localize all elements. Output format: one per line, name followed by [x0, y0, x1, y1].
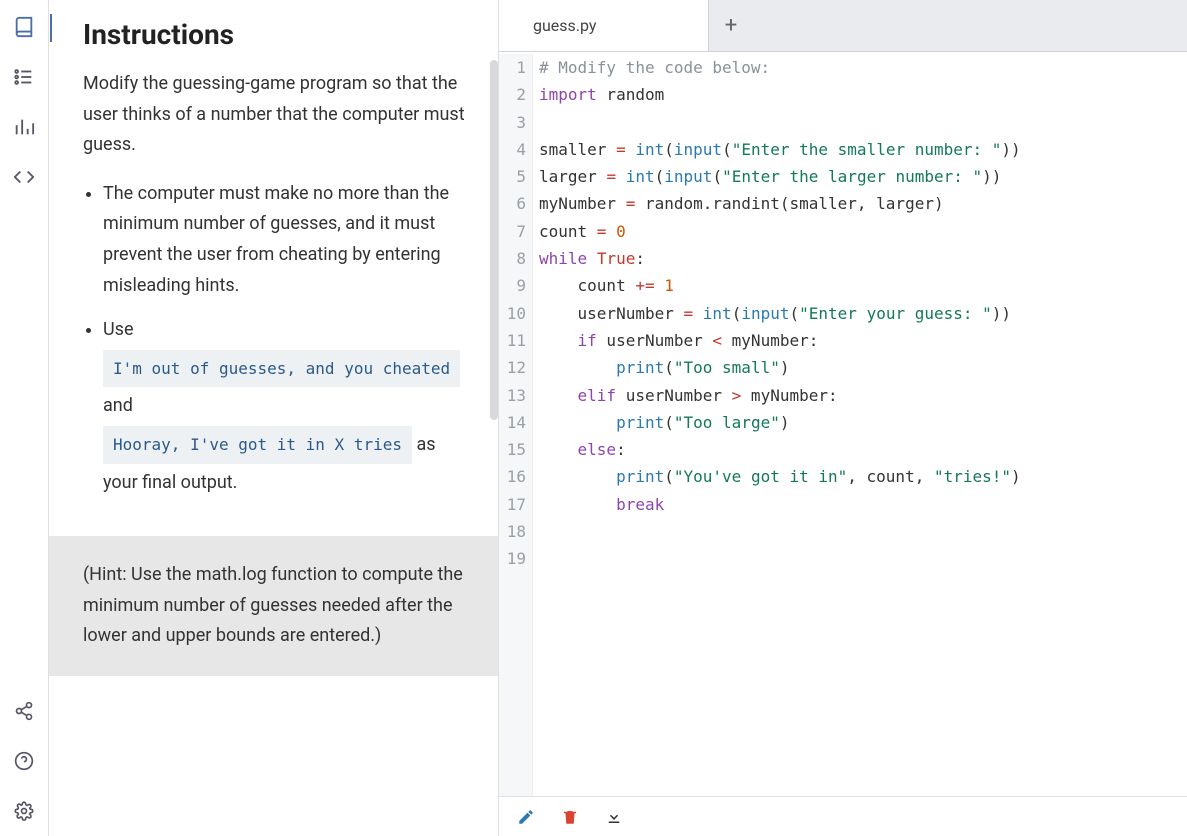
- code-line[interactable]: break: [539, 491, 1187, 518]
- chart-icon[interactable]: [13, 116, 35, 138]
- line-number: 11: [499, 327, 526, 354]
- editor-toolbar: [499, 796, 1187, 836]
- code-line[interactable]: # Modify the code below:: [539, 54, 1187, 81]
- scrollbar-thumb[interactable]: [490, 60, 498, 420]
- line-number: 7: [499, 218, 526, 245]
- book-icon[interactable]: [13, 16, 35, 38]
- help-icon[interactable]: [13, 750, 35, 772]
- hint-text: (Hint: Use the math.log function to comp…: [83, 564, 463, 646]
- code-line[interactable]: count += 1: [539, 272, 1187, 299]
- line-number: 17: [499, 491, 526, 518]
- hint-box: (Hint: Use the math.log function to comp…: [49, 536, 498, 676]
- code-line[interactable]: smaller = int(input("Enter the smaller n…: [539, 136, 1187, 163]
- code-line[interactable]: if userNumber < myNumber:: [539, 327, 1187, 354]
- code-line[interactable]: userNumber = int(input("Enter your guess…: [539, 300, 1187, 327]
- bullet-1: The computer must make no more than the …: [103, 179, 468, 301]
- line-number: 14: [499, 409, 526, 436]
- line-number: 8: [499, 245, 526, 272]
- bullet-2-prefix: Use: [103, 319, 134, 340]
- download-icon[interactable]: [605, 808, 623, 826]
- bullet-2-mid: and: [103, 395, 133, 416]
- line-number: 6: [499, 190, 526, 217]
- line-number: 10: [499, 300, 526, 327]
- delete-icon[interactable]: [561, 808, 579, 826]
- tabs-bar: guess.py +: [499, 0, 1187, 52]
- code-line[interactable]: [539, 518, 1187, 545]
- tab-guess-py[interactable]: guess.py: [499, 0, 709, 51]
- add-tab-button[interactable]: +: [709, 0, 753, 51]
- plus-icon: +: [725, 13, 737, 38]
- line-gutter: 12345678910111213141516171819: [499, 54, 533, 796]
- instructions-panel: Instructions Modify the guessing-game pr…: [49, 0, 499, 836]
- checklist-icon[interactable]: [13, 66, 35, 88]
- code-line[interactable]: print("Too large"): [539, 409, 1187, 436]
- line-number: 3: [499, 109, 526, 136]
- instructions-intro: Modify the guessing-game program so that…: [83, 69, 468, 161]
- code-line[interactable]: print("You've got it in", count, "tries!…: [539, 463, 1187, 490]
- code-line[interactable]: myNumber = random.randint(smaller, large…: [539, 190, 1187, 217]
- code-line[interactable]: print("Too small"): [539, 354, 1187, 381]
- settings-icon[interactable]: [13, 800, 35, 822]
- line-number: 12: [499, 354, 526, 381]
- line-number: 18: [499, 518, 526, 545]
- line-number: 13: [499, 382, 526, 409]
- code-icon[interactable]: [13, 166, 35, 188]
- code-line[interactable]: elif userNumber > myNumber:: [539, 382, 1187, 409]
- editor-panel: guess.py + 12345678910111213141516171819…: [499, 0, 1187, 836]
- code-line[interactable]: while True:: [539, 245, 1187, 272]
- code-line[interactable]: [539, 545, 1187, 572]
- bullet-2: Use I'm out of guesses, and you cheated …: [103, 315, 468, 498]
- code-line[interactable]: count = 0: [539, 218, 1187, 245]
- line-number: 15: [499, 436, 526, 463]
- code-line[interactable]: larger = int(input("Enter the larger num…: [539, 163, 1187, 190]
- code-line[interactable]: else:: [539, 436, 1187, 463]
- line-number: 1: [499, 54, 526, 81]
- code-content[interactable]: # Modify the code below:import random sma…: [533, 54, 1187, 796]
- code-line[interactable]: [539, 109, 1187, 136]
- tab-label: guess.py: [533, 16, 597, 35]
- line-number: 9: [499, 272, 526, 299]
- line-number: 16: [499, 463, 526, 490]
- share-icon[interactable]: [13, 700, 35, 722]
- line-number: 2: [499, 81, 526, 108]
- page-title: Instructions: [83, 18, 468, 51]
- code-editor[interactable]: 12345678910111213141516171819 # Modify t…: [499, 52, 1187, 796]
- line-number: 19: [499, 545, 526, 572]
- code-sample-1: I'm out of guesses, and you cheated: [103, 350, 460, 388]
- line-number: 4: [499, 136, 526, 163]
- code-sample-2: Hooray, I've got it in X tries: [103, 426, 412, 464]
- left-sidebar: [0, 0, 49, 836]
- edit-icon[interactable]: [517, 808, 535, 826]
- line-number: 5: [499, 163, 526, 190]
- code-line[interactable]: import random: [539, 81, 1187, 108]
